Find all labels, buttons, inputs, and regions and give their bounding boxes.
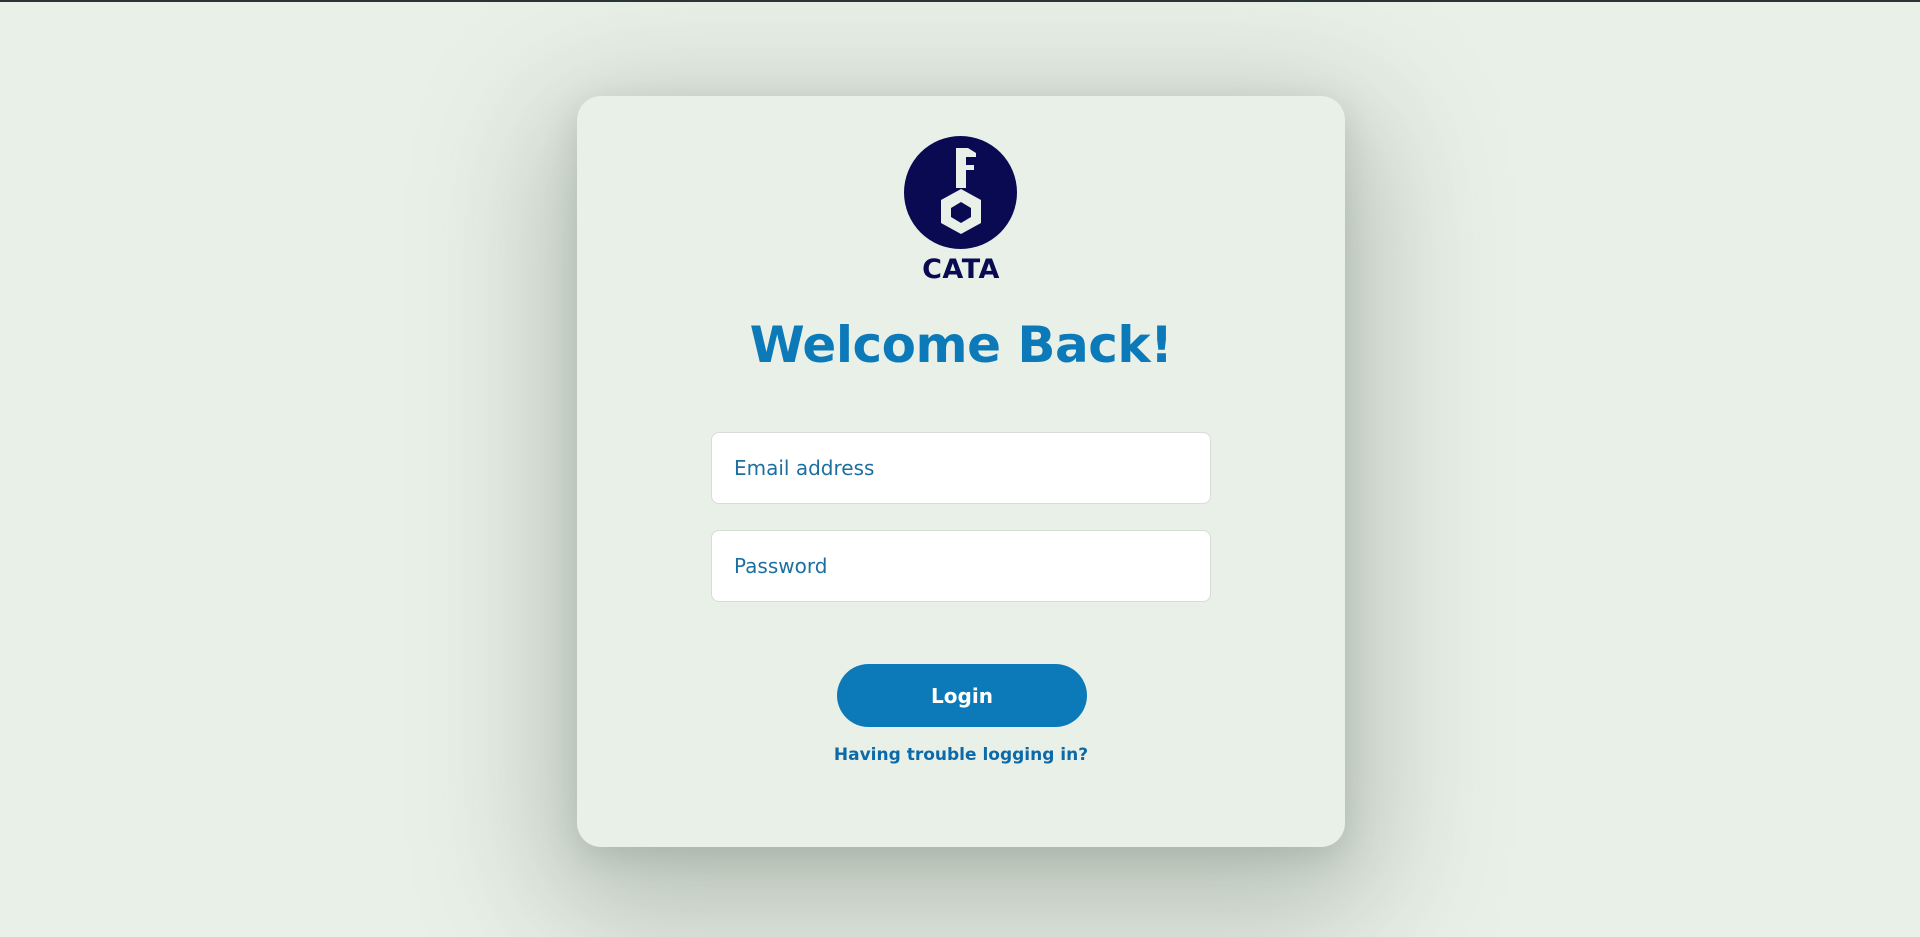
- login-page: CATA Welcome Back! Login Having trouble …: [0, 0, 1920, 937]
- page-title: Welcome Back!: [749, 316, 1173, 374]
- login-button[interactable]: Login: [837, 664, 1087, 727]
- brand-name: CATA: [922, 254, 1000, 285]
- trouble-logging-in-link[interactable]: Having trouble logging in?: [577, 745, 1345, 765]
- key-icon: [904, 136, 1017, 249]
- login-card: CATA Welcome Back! Login Having trouble …: [577, 96, 1345, 847]
- email-field[interactable]: [711, 432, 1211, 504]
- brand-logo: [904, 136, 1017, 249]
- password-field[interactable]: [711, 530, 1211, 602]
